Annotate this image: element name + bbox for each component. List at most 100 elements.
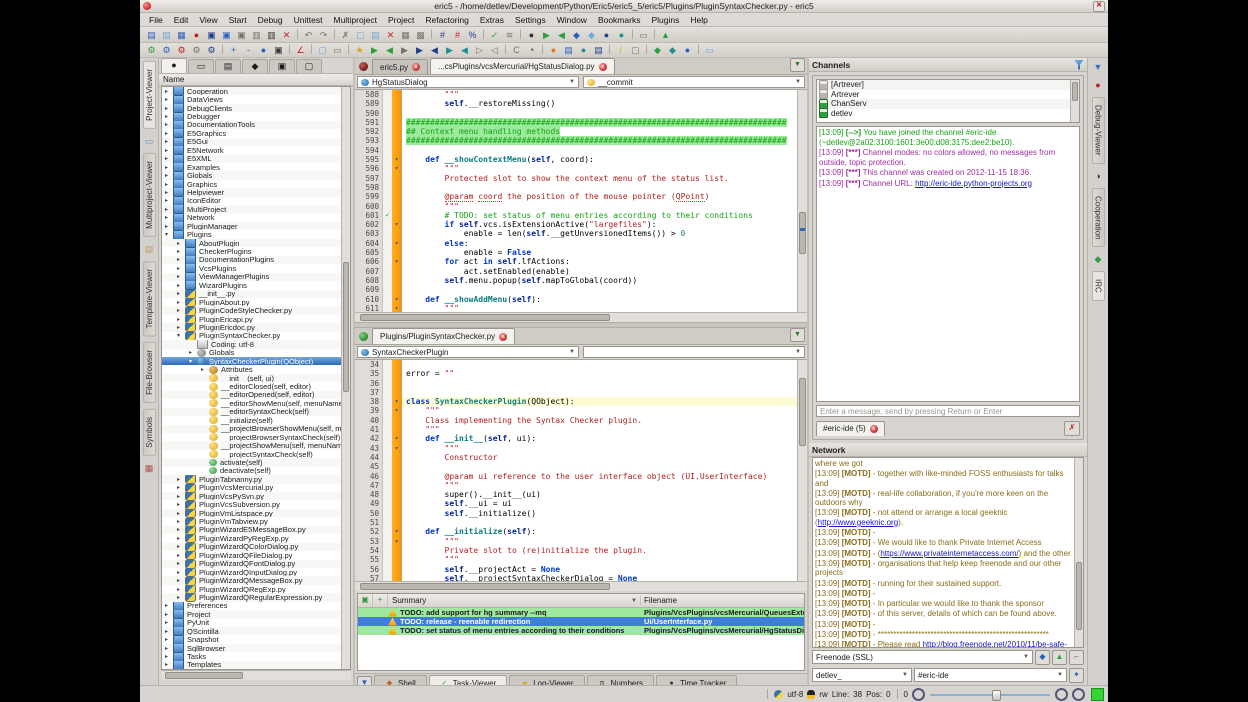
menu-item[interactable]: Multiproject [328, 15, 381, 25]
code-line[interactable]: 605 enable = False [355, 248, 797, 257]
method-selector-combo[interactable]: ▼ [583, 346, 805, 358]
tree-expand-arrow[interactable]: ▾ [165, 231, 173, 238]
tree-expand-arrow[interactable]: ▸ [165, 628, 173, 635]
tree-item[interactable]: ▸ VcsPlugins [162, 264, 341, 272]
code-line[interactable]: 48 super().__init__(ui) [355, 490, 797, 499]
task-filter-checkbox-icon[interactable]: ▣ [358, 594, 373, 607]
tab-project-sources[interactable]: ● [161, 58, 187, 73]
tree-item[interactable]: ▸ E5Network [162, 146, 341, 154]
tree-item[interactable]: ▸ PluginManager [162, 222, 341, 230]
editor-bottom-hscrollbar[interactable] [355, 581, 807, 591]
menu-item[interactable]: Unittest [289, 15, 328, 25]
refresh-icon[interactable]: ● [577, 44, 590, 56]
code-line[interactable]: 589 self.__restoreMissing() [355, 99, 797, 108]
save-all-icon[interactable]: ▣ [235, 29, 248, 41]
fold-marker-icon[interactable] [392, 211, 402, 220]
code-view-pluginsyntaxchecker[interactable]: 34 35 error = "" [355, 360, 797, 581]
project-tree-hscrollbar[interactable] [161, 670, 351, 680]
tree-expand-arrow[interactable]: ▸ [177, 248, 185, 255]
tree-item[interactable]: __projectBrowserSyntaxCheck(self) [162, 433, 341, 441]
menu-item[interactable]: Project [383, 15, 419, 25]
code-line[interactable]: 51 [355, 518, 797, 527]
tree-item[interactable]: ▸ E5XML [162, 155, 341, 163]
tree-item[interactable]: Coding: utf-8 [162, 340, 341, 348]
record-icon[interactable]: ● [1092, 79, 1104, 91]
code-line[interactable]: 46 @param ui reference to the user inter… [355, 472, 797, 481]
fold-marker-icon[interactable] [392, 146, 402, 155]
tree-expand-arrow[interactable]: ▸ [165, 653, 173, 660]
tree-expand-arrow[interactable]: ▾ [189, 358, 197, 365]
code-line[interactable]: 607 act.setEnabled(enable) [355, 267, 797, 276]
fold-marker-icon[interactable]: ▾ [392, 527, 402, 536]
exec-icon[interactable]: ◁ [488, 44, 501, 56]
code-line[interactable]: 606 ▾ for act in self.lfActions: [355, 257, 797, 266]
filter-funnel-icon[interactable]: ▼ [1092, 61, 1104, 73]
tab-project-resources[interactable]: ▤ [215, 59, 241, 73]
fold-marker-icon[interactable] [392, 192, 402, 201]
tree-expand-arrow[interactable]: ▸ [165, 214, 173, 221]
tree-item[interactable]: ▸ ViewManagerPlugins [162, 273, 341, 281]
connect-icon[interactable]: ◆ [1035, 650, 1050, 665]
eol-tux-icon[interactable] [807, 690, 815, 699]
tree-item[interactable]: activate(self) [162, 458, 341, 466]
fold-marker-icon[interactable] [392, 369, 402, 378]
tree-expand-arrow[interactable]: ▸ [177, 299, 185, 306]
tree-expand-arrow[interactable]: ▸ [165, 105, 173, 112]
fold-marker-icon[interactable]: ▾ [392, 295, 402, 304]
window-close-button[interactable]: ✕ [1093, 1, 1105, 12]
chat-icon[interactable]: ◆ [1092, 253, 1104, 265]
duplicate-icon[interactable]: ▢ [316, 44, 329, 56]
tree-expand-arrow[interactable]: ▸ [177, 552, 185, 559]
code-line[interactable]: 53 ▾ """ [355, 537, 797, 546]
tree-item[interactable]: ▸ DataViews [162, 95, 341, 103]
plugin-run-icon[interactable]: ◆ [651, 44, 664, 56]
tree-expand-arrow[interactable]: ▸ [177, 543, 185, 550]
sep[interactable]: | [518, 29, 523, 41]
tree-item[interactable]: __init__(self, ui) [162, 374, 341, 382]
goto-brace-icon[interactable]: ◆ [585, 29, 598, 41]
save-as-icon[interactable]: ▣ [220, 29, 233, 41]
bookmark-icon[interactable]: ★ [353, 44, 366, 56]
tree-expand-arrow[interactable]: ▸ [177, 518, 185, 525]
bookmark-next-icon[interactable]: ▶ [368, 44, 381, 56]
tree-expand-arrow[interactable]: ▸ [177, 586, 185, 593]
tree-item[interactable]: ▸ PluginWizardQRegExp.py [162, 585, 341, 593]
tree-expand-arrow[interactable]: ▸ [177, 510, 185, 517]
code-line[interactable]: 42 ▾ def __init__(self, ui): [355, 434, 797, 443]
tree-item[interactable]: ▸ Tasks [162, 652, 341, 660]
code-line[interactable]: 604 ▾ else: [355, 239, 797, 248]
fold-marker-icon[interactable] [392, 379, 402, 388]
tree-item[interactable]: ▸ PluginWizardQColorDialog.py [162, 543, 341, 551]
fold-marker-icon[interactable] [392, 174, 402, 183]
tree-expand-arrow[interactable]: ▸ [177, 256, 185, 263]
fold-marker-icon[interactable] [392, 267, 402, 276]
tree-item[interactable]: ▸ Globals [162, 171, 341, 179]
commit-icon[interactable]: ▤ [592, 44, 605, 56]
sidebar-tab-irc[interactable]: IRC [1092, 271, 1105, 301]
code-line[interactable]: 600 """ [355, 202, 797, 211]
tab-project-others[interactable]: ▢ [296, 59, 322, 73]
tree-expand-arrow[interactable]: ▸ [177, 282, 185, 289]
fold-marker-icon[interactable] [392, 462, 402, 471]
profile-icon[interactable]: ∠ [294, 44, 307, 56]
window-icon[interactable]: ▭ [331, 44, 344, 56]
code-line[interactable]: 611 ▾ """ [355, 304, 797, 312]
code-line[interactable]: 47 """ [355, 481, 797, 490]
run-project-icon[interactable]: ⚙ [160, 44, 173, 56]
sidebar-tab-file-browser[interactable]: File-Browser [143, 342, 156, 403]
tree-expand-arrow[interactable]: ▸ [165, 661, 173, 668]
search-icon[interactable]: ● [525, 29, 538, 41]
code-line[interactable]: 43 ▾ """ [355, 444, 797, 453]
tree-expand-arrow[interactable]: ▸ [165, 96, 173, 103]
tree-item[interactable]: ▸ PluginVmListspace.py [162, 509, 341, 517]
tree-item[interactable]: ▸ Preferences [162, 602, 341, 610]
tree-expand-arrow[interactable]: ▸ [177, 560, 185, 567]
class-selector-combo[interactable]: HgStatusDialog ▼ [357, 76, 579, 88]
tree-item[interactable]: __editorClosed(self, editor) [162, 382, 341, 390]
fold-marker-icon[interactable] [392, 360, 402, 369]
tree-item[interactable]: ▾ PluginSyntaxChecker.py [162, 332, 341, 340]
restart-app-icon[interactable]: C [510, 44, 523, 56]
editor-top-scrollbar[interactable] [797, 90, 807, 312]
indent-icon[interactable]: ▦ [399, 29, 412, 41]
tree-expand-arrow[interactable]: ▾ [177, 332, 185, 339]
